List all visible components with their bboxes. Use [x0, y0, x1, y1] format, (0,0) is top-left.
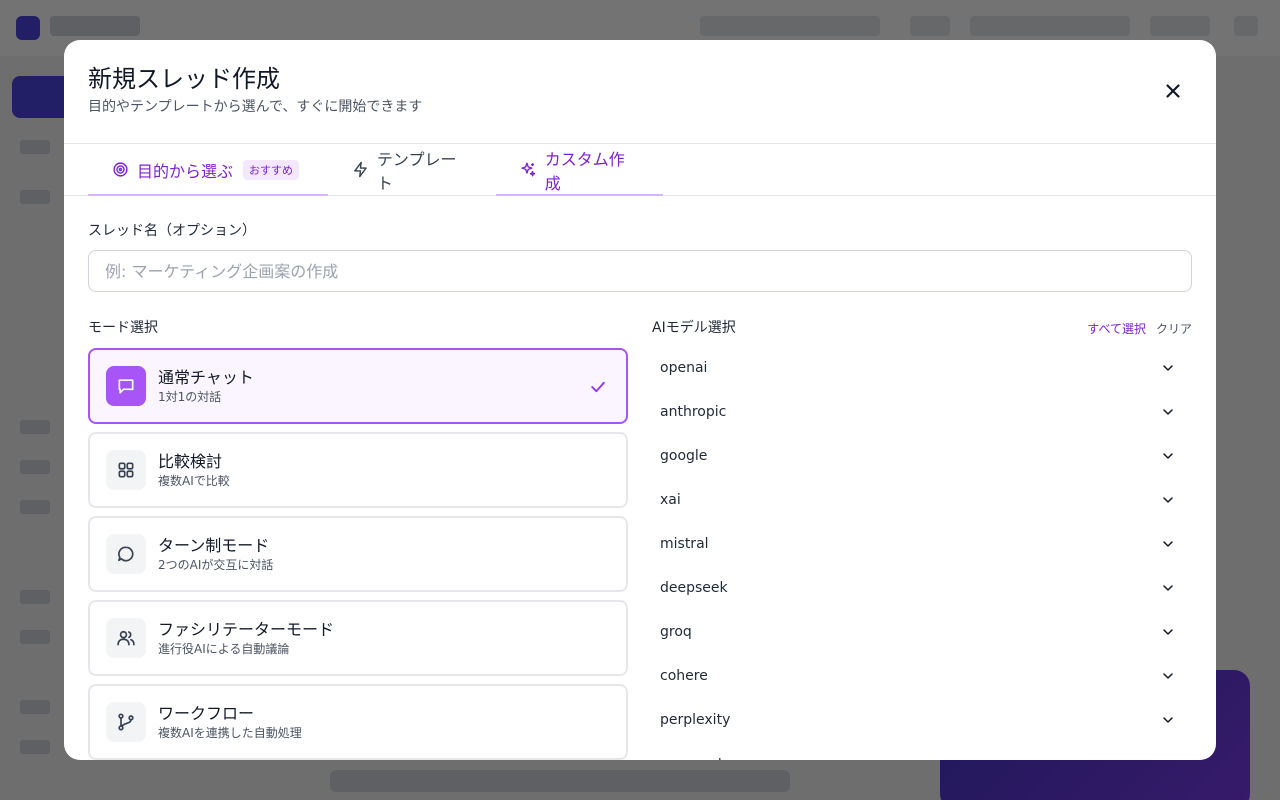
mode-icon-box [106, 450, 146, 490]
mode-section: モード選択 通常チャット 1対1の対話 比較検討 複数AIで比較 ターン制モード… [88, 316, 628, 760]
provider-name: cohere [660, 668, 708, 684]
chevron-down-icon [1163, 409, 1173, 415]
tab-label: テンプレート [376, 149, 457, 193]
provider-list: openai anthropic google xai mistral deep… [652, 346, 1192, 760]
lightning-icon [354, 161, 367, 178]
provider-name: deepseek [660, 580, 728, 596]
mode-list: 通常チャット 1対1の対話 比較検討 複数AIで比較 ターン制モード 2つのAI… [88, 348, 628, 760]
tab-custom[interactable]: カスタム作成 [496, 144, 663, 196]
close-icon [1166, 84, 1180, 98]
provider-row-openai[interactable]: openai [652, 346, 1192, 390]
mode-icon-box [106, 618, 146, 658]
provider-row-deepseek[interactable]: deepseek [652, 566, 1192, 610]
chevron-down-icon [1163, 717, 1173, 723]
modal-title: 新規スレッド作成 [88, 65, 280, 93]
tab-bar: 目的から選ぶ おすすめ テンプレート カスタム作成 [64, 144, 1216, 196]
mode-description: 複数AIを連携した自動処理 [158, 725, 302, 740]
chevron-down-icon [1160, 756, 1176, 760]
mode-card-comparison[interactable]: 比較検討 複数AIで比較 [88, 432, 628, 508]
tab-template[interactable]: テンプレート [328, 144, 496, 195]
provider-row-openrouter[interactable]: openrouter [652, 742, 1192, 760]
tab-by-purpose[interactable]: 目的から選ぶ おすすめ [88, 144, 328, 196]
chevron-down-icon [1163, 541, 1173, 547]
mode-title: ターン制モード [158, 535, 270, 555]
sparkles-icon [521, 162, 536, 177]
provider-row-xai[interactable]: xai [652, 478, 1192, 522]
provider-name: google [660, 448, 708, 464]
provider-row-cohere[interactable]: cohere [652, 654, 1192, 698]
close-button[interactable] [1160, 78, 1186, 104]
mode-card-facilitator[interactable]: ファシリテーターモード 進行役AIによる自動議論 [88, 600, 628, 676]
tab-label: 目的から選ぶ [137, 161, 234, 181]
recommended-badge: おすすめ [243, 159, 300, 180]
mode-icon-box [106, 702, 146, 742]
provider-row-mistral[interactable]: mistral [652, 522, 1192, 566]
mode-title: 通常チャット [158, 367, 254, 387]
mode-text: ターン制モード 2つのAIが交互に対話 [158, 536, 273, 573]
chevron-down-icon [1163, 365, 1173, 371]
mode-card-normal-chat[interactable]: 通常チャット 1対1の対話 [88, 348, 628, 424]
model-actions: すべて選択 クリア [1087, 320, 1192, 337]
provider-name: mistral [660, 536, 709, 552]
target-icon [113, 162, 128, 177]
git-branch-icon [118, 713, 134, 731]
mode-description: 1対1の対話 [158, 389, 222, 404]
mode-title: 比較検討 [158, 451, 223, 471]
provider-name: perplexity [660, 712, 731, 728]
chevron-down-icon [1163, 629, 1173, 635]
new-thread-modal: 新規スレッド作成 目的やテンプレートから選んで、すぐに開始できます 目的から選ぶ… [64, 40, 1216, 760]
provider-name: openai [660, 360, 708, 376]
mode-card-turn-based[interactable]: ターン制モード 2つのAIが交互に対話 [88, 516, 628, 592]
chat-bubble-icon [118, 379, 134, 394]
mode-description: 複数AIで比較 [158, 473, 230, 488]
mode-section-label: モード選択 [88, 320, 158, 336]
mode-text: ワークフロー 複数AIを連携した自動処理 [158, 704, 302, 741]
mode-text: 通常チャット 1対1の対話 [158, 368, 254, 405]
message-circle-icon [118, 546, 134, 562]
mode-description: 2つのAIが交互に対話 [158, 557, 274, 572]
mode-title: ファシリテーターモード [158, 619, 335, 639]
modal-body: スレッド名（オプション） モード選択 通常チャット 1対1の対話 [64, 196, 1216, 760]
mode-icon-box [106, 534, 146, 574]
mode-card-workflow[interactable]: ワークフロー 複数AIを連携した自動処理 [88, 684, 628, 760]
mode-description: 進行役AIによる自動議論 [158, 641, 290, 656]
chevron-down-icon [1163, 585, 1173, 591]
provider-name: xai [660, 492, 681, 508]
clear-button[interactable]: クリア [1156, 320, 1192, 337]
mode-text: 比較検討 複数AIで比較 [158, 452, 230, 489]
mode-text: ファシリテーターモード 進行役AIによる自動議論 [158, 620, 334, 657]
model-section: AIモデル選択 すべて選択 クリア openai anthropic googl… [652, 316, 1192, 760]
selection-columns: モード選択 通常チャット 1対1の対話 比較検討 複数AIで比較 ターン制モード… [88, 316, 1192, 760]
provider-name: groq [660, 624, 692, 640]
select-all-button[interactable]: すべて選択 [1087, 320, 1146, 337]
provider-row-google[interactable]: google [652, 434, 1192, 478]
check-icon [591, 381, 605, 393]
provider-row-perplexity[interactable]: perplexity [652, 698, 1192, 742]
chevron-down-icon [1163, 497, 1173, 503]
provider-row-groq[interactable]: groq [652, 610, 1192, 654]
thread-name-input[interactable] [88, 250, 1192, 292]
provider-row-anthropic[interactable]: anthropic [652, 390, 1192, 434]
tab-label: カスタム作成 [544, 149, 625, 193]
mode-title: ワークフロー [158, 703, 255, 723]
thread-name-label: スレッド名（オプション） [88, 223, 256, 239]
modal-header: 新規スレッド作成 目的やテンプレートから選んで、すぐに開始できます [64, 40, 1216, 144]
provider-name: openrouter [660, 756, 738, 760]
chevron-down-icon [1163, 673, 1173, 679]
model-section-header: AIモデル選択 すべて選択 クリア [652, 316, 1192, 340]
grid-icon [118, 462, 134, 478]
chevron-down-icon [1163, 453, 1173, 459]
mode-icon-box [106, 366, 146, 406]
users-icon [117, 630, 135, 646]
modal-subtitle: 目的やテンプレートから選んで、すぐに開始できます [88, 99, 423, 115]
provider-name: anthropic [660, 404, 727, 420]
model-section-label: AIモデル選択 [652, 320, 736, 336]
